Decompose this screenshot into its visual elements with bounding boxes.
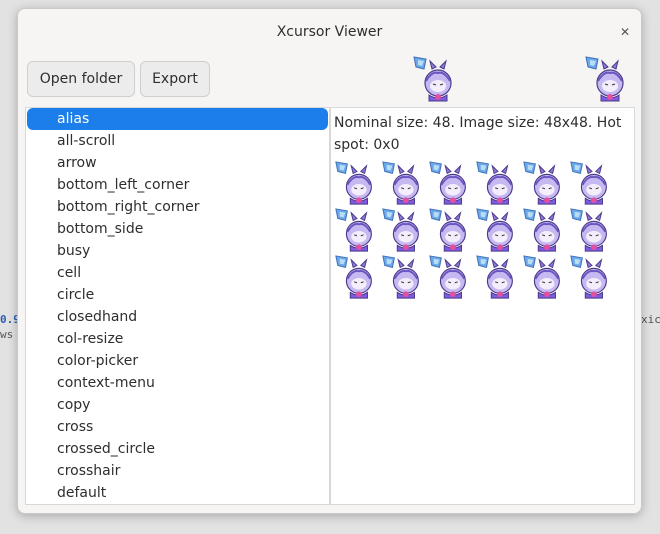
background-text: ws	[0, 328, 14, 341]
cursor-list-item[interactable]: alias	[27, 108, 328, 130]
cursor-frame-icon	[381, 160, 420, 206]
cursor-list-item[interactable]: default	[27, 482, 328, 504]
cursor-frame-icon	[569, 254, 608, 300]
open-folder-button[interactable]: Open folder	[27, 61, 135, 97]
cursor-frame-icon	[381, 207, 420, 253]
cursor-frame-icon	[381, 254, 420, 300]
background-text: xic	[641, 313, 660, 326]
window-title: Xcursor Viewer	[276, 24, 383, 40]
cursor-list-item[interactable]: crossed_circle	[27, 438, 328, 460]
cursor-detail-pane: Nominal size: 48. Image size: 48x48. Hot…	[330, 107, 635, 505]
xcursor-viewer-window: Xcursor Viewer ✕ Open folder Export alia…	[17, 8, 642, 514]
cursor-list-item[interactable]: bottom_right_corner	[27, 196, 328, 218]
cursor-preview-icon	[413, 56, 452, 102]
cursor-list-item[interactable]: copy	[27, 394, 328, 416]
cursor-list-item[interactable]: col-resize	[27, 328, 328, 350]
toolbar: Open folder Export	[18, 55, 641, 107]
cursor-frame-icon	[334, 207, 373, 253]
cursor-frame-icon	[475, 160, 514, 206]
cursor-list-item[interactable]: busy	[27, 240, 328, 262]
cursor-list-item[interactable]: context-menu	[27, 372, 328, 394]
cursor-frame-icon	[428, 254, 467, 300]
cursor-frame-icon	[522, 160, 561, 206]
title-bar[interactable]: Xcursor Viewer ✕	[18, 9, 641, 55]
cursor-list-item[interactable]: bottom_side	[27, 218, 328, 240]
cursor-frame-icon	[569, 207, 608, 253]
export-button[interactable]: Export	[140, 61, 210, 97]
cursor-list-item[interactable]: cell	[27, 262, 328, 284]
cursor-frame-icon	[475, 254, 514, 300]
cursor-info-text: Nominal size: 48. Image size: 48x48. Hot…	[334, 115, 622, 153]
cursor-list[interactable]: alias all-scroll arrow bottom_left_corner bo…	[25, 107, 330, 505]
cursor-list-item[interactable]: color-picker	[27, 350, 328, 372]
cursor-frame-icon	[522, 207, 561, 253]
cursor-frame-icon	[428, 160, 467, 206]
cursor-preview-icon	[585, 56, 624, 102]
cursor-list-item[interactable]: arrow	[27, 152, 328, 174]
cursor-list-item[interactable]: crosshair	[27, 460, 328, 482]
cursor-frame-icon	[522, 254, 561, 300]
cursor-list-item[interactable]: closedhand	[27, 306, 328, 328]
cursor-frame-icon	[475, 207, 514, 253]
cursor-frame-icon	[428, 207, 467, 253]
close-icon[interactable]: ✕	[617, 24, 633, 40]
cursor-list-item[interactable]: bottom_left_corner	[27, 174, 328, 196]
cursor-frame-icon	[334, 254, 373, 300]
cursor-frame-icon	[334, 160, 373, 206]
cursor-list-item[interactable]: cross	[27, 416, 328, 438]
cursor-list-item[interactable]: circle	[27, 284, 328, 306]
cursor-frame-icon	[569, 160, 608, 206]
cursor-list-item[interactable]: all-scroll	[27, 130, 328, 152]
